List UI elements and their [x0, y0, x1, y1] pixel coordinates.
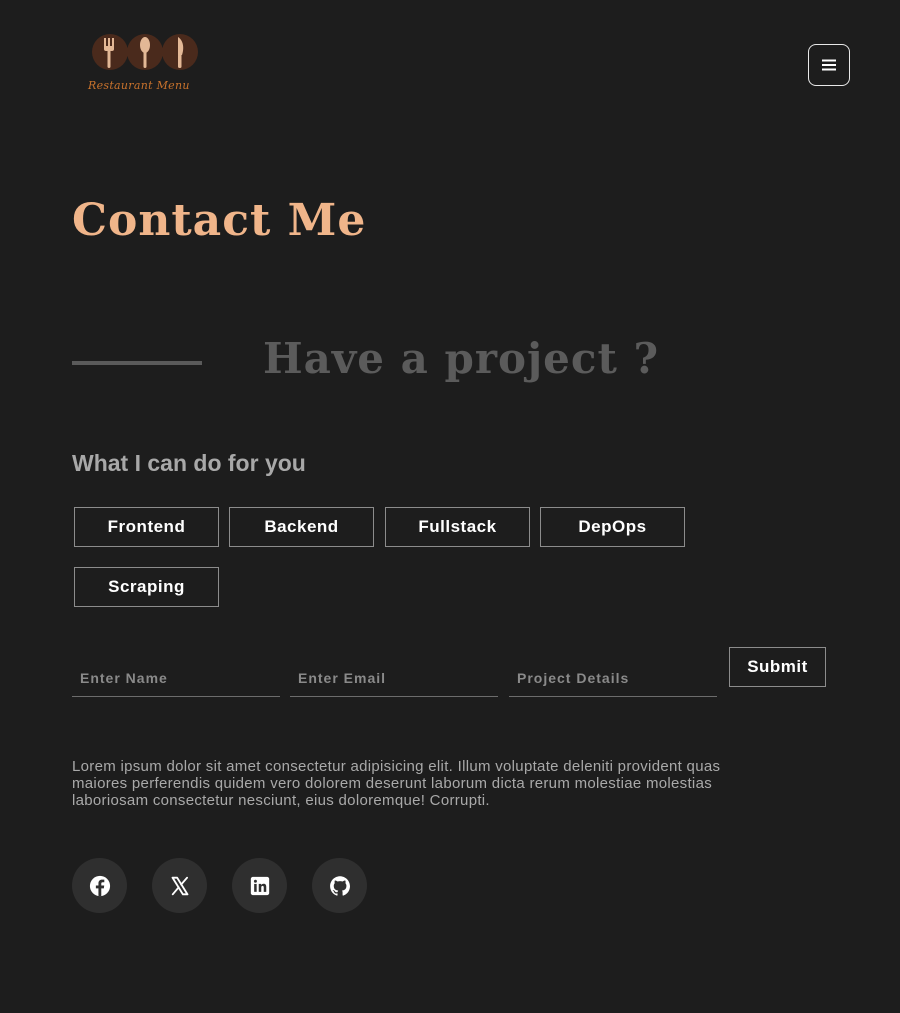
section-heading: Have a project ?	[263, 334, 660, 383]
linkedin-icon	[250, 876, 269, 895]
page-title: Contact Me	[72, 195, 367, 246]
service-scraping-button[interactable]: Scraping	[74, 567, 219, 607]
section-divider	[72, 361, 202, 365]
logo[interactable]: Restaurant Menu	[86, 33, 208, 95]
x-link[interactable]	[152, 858, 207, 913]
service-depops-button[interactable]: DepOps	[540, 507, 685, 547]
github-link[interactable]	[312, 858, 367, 913]
menu-button[interactable]	[808, 44, 850, 86]
github-icon	[329, 875, 350, 896]
email-input[interactable]	[290, 660, 498, 697]
logo-text: Restaurant Menu	[88, 79, 190, 92]
service-fullstack-button[interactable]: Fullstack	[385, 507, 530, 547]
x-icon	[171, 876, 188, 895]
menu-icon	[822, 59, 836, 71]
linkedin-link[interactable]	[232, 858, 287, 913]
service-backend-button[interactable]: Backend	[229, 507, 374, 547]
facebook-icon	[89, 875, 110, 896]
service-frontend-button[interactable]: Frontend	[74, 507, 219, 547]
name-input[interactable]	[72, 660, 280, 697]
contact-page: Restaurant Menu Contact Me Have a projec…	[0, 0, 900, 1013]
services-subheading: What I can do for you	[72, 450, 306, 476]
logo-utensils-icon	[92, 34, 198, 70]
facebook-link[interactable]	[72, 858, 127, 913]
project-details-input[interactable]	[509, 660, 717, 697]
description-text: Lorem ipsum dolor sit amet consectetur a…	[72, 758, 721, 809]
submit-button[interactable]: Submit	[729, 647, 826, 687]
